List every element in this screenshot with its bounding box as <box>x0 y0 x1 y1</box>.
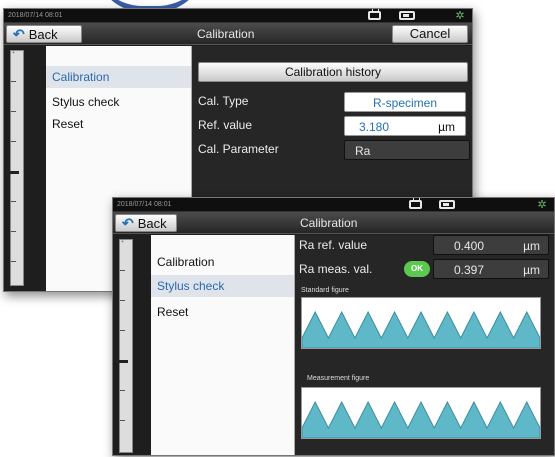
ra-ref-unit: µm <box>523 239 540 253</box>
measurement-waveform <box>301 400 541 439</box>
page-title: Calibration <box>197 27 255 41</box>
scale-top-label: + <box>121 239 124 245</box>
title-bar: ↶ Back Calibration <box>113 212 554 234</box>
stylus-position-marker <box>116 360 128 363</box>
standard-figure-label: Standard figure <box>301 287 349 294</box>
title-bar: ↶ Back Calibration Cancel <box>4 23 472 45</box>
measurement-figure-box <box>301 387 541 439</box>
gear-icon: ✲ <box>537 199 547 211</box>
menu-panel: Calibration Stylus check Reset <box>151 235 295 455</box>
menu-item-calibration[interactable]: Calibration <box>46 66 191 88</box>
ra-meas-field: 0.397 µm <box>433 259 549 279</box>
stylus-check-screen-front: 2018/07/14 08:01 ✲ ↶ Back Calibration + C… <box>112 197 555 456</box>
cal-parameter-label: Cal. Parameter <box>198 142 279 156</box>
back-button[interactable]: ↶ Back <box>115 214 177 232</box>
height-scale: + <box>7 50 24 286</box>
status-time: 2018/07/14 08:01 <box>117 201 172 208</box>
status-time: 2018/07/14 08:01 <box>8 12 63 19</box>
page-title: Calibration <box>300 216 358 230</box>
menu-item-stylus-check[interactable]: Stylus check <box>151 275 294 297</box>
status-bar: 2018/07/14 08:01 ✲ <box>113 198 554 212</box>
measurement-figure-label: Measurement figure <box>307 375 370 382</box>
menu-item-reset[interactable]: Reset <box>46 113 191 135</box>
ref-value-label: Ref. value <box>198 118 253 132</box>
standard-figure-box <box>301 297 541 349</box>
cal-type-label: Cal. Type <box>198 94 249 108</box>
ra-ref-label: Ra ref. value <box>299 238 368 252</box>
menu-item-stylus-check[interactable]: Stylus check <box>46 91 191 113</box>
ra-ref-field: 0.400 µm <box>433 235 549 255</box>
gear-icon: ✲ <box>455 10 465 22</box>
cancel-button[interactable]: Cancel <box>392 25 468 43</box>
printer-icon <box>409 198 422 209</box>
battery-icon <box>399 11 415 20</box>
stylus-position-marker <box>7 171 19 174</box>
menu-item-calibration[interactable]: Calibration <box>151 251 294 273</box>
ra-ref-value: 0.400 <box>454 239 485 253</box>
ref-value-unit: µm <box>438 120 455 134</box>
standard-waveform <box>301 310 541 349</box>
cal-type-field[interactable]: R-specimen <box>344 92 466 112</box>
back-arrow-icon: ↶ <box>122 215 134 231</box>
ra-meas-label: Ra meas. val. <box>299 262 373 276</box>
menu-item-reset[interactable]: Reset <box>151 301 294 323</box>
ref-value-number: 3.180 <box>359 120 390 134</box>
ref-value-field[interactable]: 3.180 µm <box>344 116 466 136</box>
ra-meas-unit: µm <box>523 263 540 277</box>
ra-meas-value: 0.397 <box>454 263 485 277</box>
scale-top-label: + <box>12 50 15 56</box>
stylus-check-panel: Ra ref. value 0.400 µm Ra meas. val. OK … <box>295 235 554 455</box>
cal-parameter-field[interactable]: Ra <box>344 140 470 160</box>
printer-icon <box>368 9 381 20</box>
back-arrow-icon: ↶ <box>13 26 25 42</box>
back-button[interactable]: ↶ Back <box>6 25 82 43</box>
status-bar: 2018/07/14 08:01 ✲ <box>4 9 472 23</box>
calibration-history-button[interactable]: Calibration history <box>198 62 468 82</box>
height-scale: + <box>116 239 133 453</box>
ok-status-badge: OK <box>404 261 430 277</box>
battery-icon <box>439 200 455 209</box>
